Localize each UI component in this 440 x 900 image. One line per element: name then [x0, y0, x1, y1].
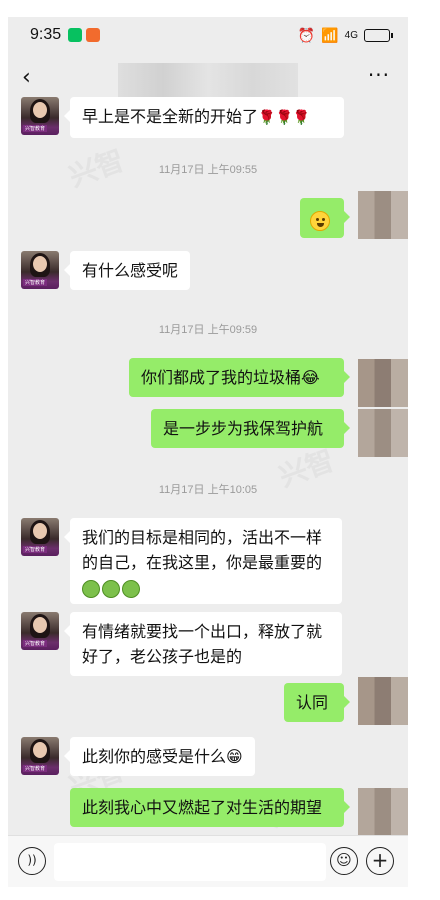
emoji-icon[interactable]: ☺ — [330, 847, 358, 875]
more-button[interactable]: ··· — [368, 63, 390, 87]
message-bubble[interactable]: 我们的目标是相同的，活出不一样的自己，在我这里，你是最重要的 — [64, 518, 342, 604]
input-bar: )) ☺ + — [8, 835, 408, 887]
frog-emojis — [82, 575, 330, 598]
status-time: 9:35 — [30, 26, 62, 43]
message-input[interactable] — [54, 843, 326, 881]
message-bubble[interactable] — [300, 198, 350, 238]
message-bubble[interactable]: 此刻你的感受是什么😁 — [64, 737, 255, 776]
my-avatar-blurred[interactable] — [358, 191, 408, 239]
smile-emoji-icon — [310, 210, 330, 231]
timestamp: 11月17日 上午09:59 — [158, 324, 258, 336]
plus-icon[interactable]: + — [366, 847, 394, 875]
status-icons: ⏰ 📶 4G — [297, 27, 393, 44]
app-icon — [86, 28, 100, 42]
message-bubble[interactable]: 你们都成了我的垃圾桶😂 — [129, 358, 350, 397]
my-avatar-blurred[interactable] — [358, 359, 408, 407]
message-bubble[interactable]: 认同 — [284, 683, 350, 722]
message-bubble[interactable]: 早上是不是全新的开始了🌹🌹🌹 — [64, 97, 344, 138]
message-bubble[interactable]: 有什么感受呢 — [63, 251, 191, 290]
voice-icon[interactable]: )) — [18, 847, 46, 875]
signal-label: 4G — [344, 30, 358, 41]
message-bubble[interactable]: 此刻我心中又燃起了对生活的期望 — [70, 788, 350, 827]
alarm-icon: ⏰ — [297, 27, 316, 43]
rose-emoji: 🌹🌹🌹 — [258, 110, 311, 126]
contact-avatar[interactable]: 兴智教育 — [21, 97, 59, 135]
contact-avatar[interactable]: 兴智教育 — [21, 251, 59, 289]
frog-emoji-icon — [102, 579, 120, 598]
wechat-icon — [68, 28, 82, 42]
status-bar: 9:35 ⏰ 📶 4G — [8, 17, 408, 57]
my-avatar-blurred[interactable] — [358, 788, 408, 836]
chat-screen: 9:35 ⏰ 📶 4G ‹ ··· 兴智 兴智 兴智 兴智 兴智教育 早上是不是… — [8, 17, 408, 887]
frog-emoji-icon — [82, 579, 100, 598]
contact-avatar[interactable]: 兴智教育 — [21, 518, 59, 556]
timestamp: 11月17日 上午09:55 — [158, 164, 258, 176]
my-avatar-blurred[interactable] — [358, 677, 408, 725]
battery-icon — [364, 29, 393, 42]
message-bubble[interactable]: 有情绪就要找一个出口，释放了就好了，老公孩子也是的 — [64, 612, 342, 676]
contact-avatar[interactable]: 兴智教育 — [21, 612, 59, 650]
message-bubble[interactable]: 是一步步为我保驾护航 — [151, 409, 350, 448]
wifi-icon: 📶 — [321, 27, 339, 43]
my-avatar-blurred[interactable] — [358, 409, 408, 457]
frog-emoji-icon — [122, 579, 140, 598]
timestamp: 11月17日 上午10:05 — [158, 484, 258, 496]
chevron-left-icon[interactable]: ‹ — [22, 65, 31, 90]
contact-avatar[interactable]: 兴智教育 — [21, 737, 59, 775]
